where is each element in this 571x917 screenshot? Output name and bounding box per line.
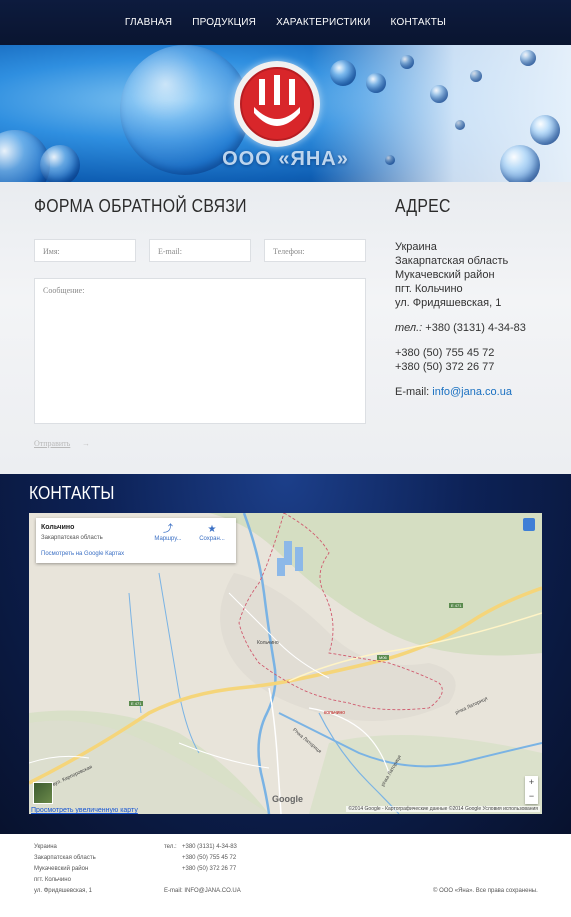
mobile-phone: +380 (50) 755 45 72 <box>395 347 495 359</box>
footer-address-line: ул. Фридяшевская, 1 <box>34 888 92 894</box>
water-bubble <box>330 60 356 86</box>
water-bubble <box>530 115 560 145</box>
nav-item-home[interactable]: ГЛАВНАЯ <box>125 17 172 28</box>
contacts-section: КОНТАКТЫ Кольчино Закарпатская область П… <box>0 474 571 834</box>
place-name: Кольчино <box>41 524 75 531</box>
tel-label: тел.: <box>395 322 423 334</box>
footer: Украина Закарпатская область Мукачевский… <box>0 834 571 917</box>
email-link[interactable]: info@jana.co.ua <box>432 386 512 398</box>
footer-address-line: пгт. Кольчино <box>34 877 71 883</box>
road-shield: M06 <box>377 655 389 660</box>
water-bubble <box>400 55 414 69</box>
directions-button[interactable]: ⤴ Маршру... <box>150 524 186 542</box>
star-icon: ★ <box>207 524 217 535</box>
view-larger-map-link[interactable]: Просмотреть увеличенную карту <box>31 807 138 814</box>
footer-address-line: Закарпатская область <box>34 855 96 861</box>
footer-phone: +380 (50) 755 45 72 <box>182 855 237 861</box>
footer-copyright: © ООО «Яна». Все права сохранены. <box>433 888 538 894</box>
red-shield-logo-icon <box>240 67 314 141</box>
satellite-view-toggle[interactable] <box>33 782 53 804</box>
address-line: Мукачевский район <box>395 269 495 281</box>
phone-line: тел.: +380 (3131) 4-34-83 <box>395 321 565 335</box>
name-field[interactable]: Имя: <box>34 239 136 262</box>
arrow-right-icon: → <box>82 439 90 448</box>
tel-value: +380 (3131) 4-34-83 <box>422 322 526 334</box>
view-on-google-maps-link[interactable]: Посмотреть на Google Картах <box>41 551 124 557</box>
address-line: Закарпатская область <box>395 255 509 267</box>
email-field[interactable]: E-mail: <box>149 239 251 262</box>
address-line: Украина <box>395 241 437 253</box>
address-title: АДРЕС <box>395 196 451 216</box>
address-line: пгт. Кольчино <box>395 283 463 295</box>
water-bubble <box>520 50 536 66</box>
address-line: ул. Фридяшевская, 1 <box>395 297 502 309</box>
map-label: Кольчино <box>257 640 279 646</box>
save-place-button[interactable]: ★ Сохран... <box>194 524 230 542</box>
address-block: Украина Закарпатская область Мукачевский… <box>395 240 565 399</box>
email-line: E-mail: info@jana.co.ua <box>395 385 565 399</box>
header-banner: ООО «ЯНА» <box>0 45 571 182</box>
water-bubble <box>430 85 448 103</box>
water-bubble <box>455 120 465 130</box>
pegman-icon[interactable] <box>523 518 535 531</box>
nav-item-contacts[interactable]: КОНТАКТЫ <box>391 17 447 28</box>
save-label: Сохран... <box>199 536 225 542</box>
footer-phone: +380 (50) 372 26 77 <box>182 866 237 872</box>
google-logo: Google <box>272 794 303 804</box>
directions-label: Маршру... <box>154 536 182 542</box>
feedback-section: ФОРМА ОБРАТНОЙ СВЯЗИ Имя: E-mail: Телефо… <box>0 182 571 474</box>
send-button[interactable]: Отправить <box>34 439 70 448</box>
place-region: Закарпатская область <box>41 535 103 541</box>
feedback-form-title: ФОРМА ОБРАТНОЙ СВЯЗИ <box>34 196 247 216</box>
water-bubble <box>470 70 482 82</box>
phone-field[interactable]: Телефон: <box>264 239 366 262</box>
map-label: кольчино <box>324 710 346 716</box>
company-logo[interactable] <box>234 61 320 147</box>
road-shield: E 471 <box>129 701 144 706</box>
zoom-in-button[interactable]: + <box>525 776 538 790</box>
top-navigation: ГЛАВНАЯ ПРОДУКЦИЯ ХАРАКТЕРИСТИКИ КОНТАКТ… <box>0 0 571 45</box>
directions-icon: ⤴ <box>163 524 173 535</box>
message-field[interactable]: Сообщение: <box>34 278 366 424</box>
company-name: ООО «ЯНА» <box>222 148 349 170</box>
contacts-title: КОНТАКТЫ <box>29 483 115 503</box>
footer-email[interactable]: E-mail: INFO@JANA.CO.UA <box>164 888 241 894</box>
map-attribution: ©2014 Google - Картографические данные ©… <box>346 806 540 812</box>
footer-phone: +380 (3131) 4-34-83 <box>182 844 237 850</box>
email-label: E-mail: <box>395 386 433 398</box>
zoom-control: + − <box>525 776 538 804</box>
nav-item-products[interactable]: ПРОДУКЦИЯ <box>192 17 256 28</box>
nav-item-characteristics[interactable]: ХАРАКТЕРИСТИКИ <box>276 17 370 28</box>
place-info-card[interactable]: Кольчино Закарпатская область Посмотреть… <box>36 518 236 563</box>
road-shield: E 471 <box>449 603 464 608</box>
footer-address-line: Украина <box>34 844 57 850</box>
footer-tel-label: тел.: <box>164 844 177 850</box>
zoom-out-button[interactable]: − <box>525 790 538 804</box>
google-map[interactable]: Кольчино Закарпатская область Посмотреть… <box>29 513 542 814</box>
water-bubble <box>366 73 386 93</box>
footer-address-line: Мукачевский район <box>34 866 89 872</box>
mobile-phone: +380 (50) 372 26 77 <box>395 361 495 373</box>
